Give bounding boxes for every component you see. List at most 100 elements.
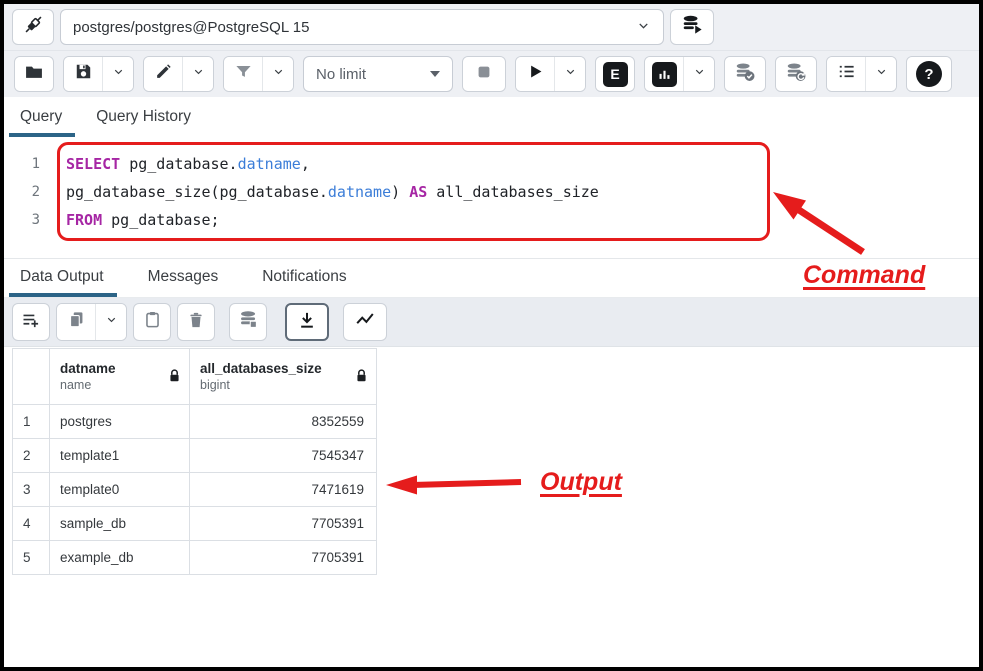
tab-messages[interactable]: Messages: [146, 259, 221, 297]
save-icon: [74, 62, 93, 86]
data-output-toolbar: [4, 298, 979, 347]
lock-icon: [355, 368, 368, 386]
filter-button[interactable]: [224, 57, 262, 91]
graph-visualiser-button[interactable]: [343, 303, 387, 341]
lock-icon: [168, 368, 181, 386]
database-commit-icon: [734, 61, 756, 88]
row-number-cell[interactable]: 3: [13, 473, 50, 507]
sql-token-keyword: SELECT: [66, 155, 120, 173]
connection-dropdown[interactable]: postgres/postgres@PostgreSQL 15: [60, 9, 664, 45]
table-row[interactable]: 3template07471619: [13, 473, 377, 507]
add-row-button[interactable]: [12, 303, 50, 341]
clipboard-icon: [143, 310, 162, 334]
stop-icon: [474, 62, 494, 87]
row-number-cell[interactable]: 5: [13, 541, 50, 575]
folder-icon: [24, 62, 44, 87]
connection-status-button[interactable]: [12, 9, 54, 45]
size-cell[interactable]: 7545347: [190, 439, 377, 473]
datname-cell[interactable]: template1: [50, 439, 190, 473]
table-row[interactable]: 4sample_db7705391: [13, 507, 377, 541]
copy-options-dropdown[interactable]: [95, 304, 126, 340]
column-name: datname: [60, 360, 116, 377]
rollback-button[interactable]: [776, 57, 816, 91]
chevron-down-icon: [875, 65, 888, 83]
delete-row-button[interactable]: [177, 303, 215, 341]
edit-options-dropdown[interactable]: [182, 57, 213, 91]
dropdown-triangle-icon: [430, 71, 440, 77]
sql-code-lines: SELECT pg_database.datname,pg_database_s…: [56, 137, 599, 258]
explain-analyze-chart-icon: [652, 62, 677, 87]
add-row-icon: [21, 310, 41, 335]
datname-cell[interactable]: example_db: [50, 541, 190, 575]
row-limit-dropdown[interactable]: No limit: [303, 56, 453, 92]
connection-label: postgres/postgres@PostgreSQL 15: [73, 19, 309, 36]
chevron-down-icon: [693, 65, 706, 83]
tab-query[interactable]: Query: [18, 99, 64, 137]
explain-options-dropdown[interactable]: [683, 57, 714, 91]
paste-button[interactable]: [133, 303, 171, 341]
tab-data-output[interactable]: Data Output: [18, 259, 106, 297]
copy-button[interactable]: [57, 304, 95, 340]
sql-token-column: datname: [238, 155, 301, 173]
execute-options-dropdown[interactable]: [554, 57, 585, 91]
sql-code-line[interactable]: FROM pg_database;: [66, 206, 599, 234]
output-arrow: [386, 476, 521, 495]
table-row[interactable]: 1postgres8352559: [13, 405, 377, 439]
explain-analyze-button[interactable]: [645, 57, 683, 91]
download-icon: [297, 310, 317, 335]
line-number: 1: [4, 150, 56, 178]
chevron-down-icon: [112, 65, 125, 83]
size-cell[interactable]: 7705391: [190, 507, 377, 541]
pencil-icon: [154, 62, 173, 86]
tab-notifications[interactable]: Notifications: [260, 259, 348, 297]
size-cell[interactable]: 7705391: [190, 541, 377, 575]
macros-dropdown[interactable]: [865, 57, 896, 91]
sql-token-plain: ,: [301, 155, 310, 173]
macros-button[interactable]: [827, 57, 865, 91]
line-number: 2: [4, 178, 56, 206]
tab-query-history[interactable]: Query History: [94, 99, 193, 137]
table-row[interactable]: 5example_db7705391: [13, 541, 377, 575]
save-data-changes-button[interactable]: [229, 303, 267, 341]
connection-toolbar: postgres/postgres@PostgreSQL 15: [4, 4, 979, 51]
save-button[interactable]: [64, 57, 102, 91]
column-header-datname[interactable]: datname name: [50, 349, 190, 405]
cancel-query-button[interactable]: [463, 57, 505, 91]
database-save-icon: [238, 309, 259, 335]
sql-editor[interactable]: 123 SELECT pg_database.datname,pg_databa…: [4, 137, 979, 259]
open-file-button[interactable]: [15, 57, 53, 91]
sql-token-plain: pg_database.: [120, 155, 237, 173]
table-row[interactable]: 2template17545347: [13, 439, 377, 473]
edit-button[interactable]: [144, 57, 182, 91]
row-number-cell[interactable]: 1: [13, 405, 50, 439]
line-chart-icon: [354, 309, 376, 336]
filter-options-dropdown[interactable]: [262, 57, 293, 91]
download-results-button[interactable]: [285, 303, 329, 341]
datname-cell[interactable]: postgres: [50, 405, 190, 439]
execute-query-button[interactable]: [516, 57, 554, 91]
datname-cell[interactable]: template0: [50, 473, 190, 507]
filter-funnel-icon: [234, 62, 253, 86]
database-new-connection-icon: [681, 14, 703, 40]
sql-code-line[interactable]: pg_database_size(pg_database.datname) AS…: [66, 178, 599, 206]
help-button[interactable]: ?: [907, 57, 951, 91]
column-header-all-databases-size[interactable]: all_databases_size bigint: [190, 349, 377, 405]
size-cell[interactable]: 8352559: [190, 405, 377, 439]
explain-button[interactable]: E: [596, 57, 634, 91]
datname-cell[interactable]: sample_db: [50, 507, 190, 541]
row-number-cell[interactable]: 4: [13, 507, 50, 541]
select-all-corner-cell[interactable]: [13, 349, 50, 405]
size-cell[interactable]: 7471619: [190, 473, 377, 507]
play-icon: [526, 62, 545, 86]
new-connection-button[interactable]: [670, 9, 714, 45]
sql-token-plain: pg_database;: [102, 211, 219, 229]
commit-button[interactable]: [725, 57, 765, 91]
output-annotation-label: Output: [540, 468, 622, 497]
row-number-cell[interactable]: 2: [13, 439, 50, 473]
database-rollback-icon: [785, 61, 807, 88]
sql-token-plain: ): [391, 183, 409, 201]
help-icon: ?: [916, 61, 942, 87]
sql-code-line[interactable]: SELECT pg_database.datname,: [66, 150, 599, 178]
save-options-dropdown[interactable]: [102, 57, 133, 91]
sql-gutter: 123: [4, 137, 56, 258]
